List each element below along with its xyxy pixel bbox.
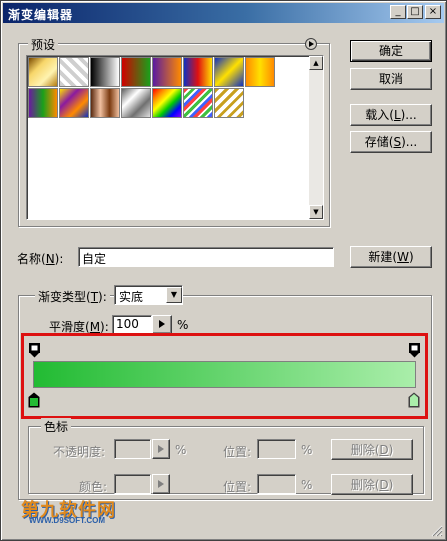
color-stop-right[interactable] xyxy=(408,392,420,411)
smoothness-label-key: M xyxy=(89,320,101,334)
gradient-type-select[interactable]: 实底 ▼ xyxy=(114,285,183,305)
position-label-1: 位置: xyxy=(223,445,252,459)
new-label-key: W xyxy=(397,250,409,264)
preset-swatch-spectrum[interactable] xyxy=(152,88,182,118)
position-unit-2: % xyxy=(301,478,313,492)
opacity-stop-left[interactable] xyxy=(29,343,40,361)
name-label: 名称(N): xyxy=(17,250,63,267)
new-label-post: ) xyxy=(408,250,414,264)
preset-swatch-orange-yellow-orange[interactable] xyxy=(245,57,275,87)
ok-button[interactable]: 确定 xyxy=(350,40,432,62)
smoothness-label-post: ): xyxy=(100,320,109,334)
color-picker-arrow-icon[interactable] xyxy=(152,474,170,494)
delete2-label-key: D xyxy=(379,478,389,492)
smoothness-label-pre: 平滑度( xyxy=(49,320,90,334)
name-label-key: N xyxy=(45,252,55,266)
position-input-2[interactable] xyxy=(257,474,296,494)
save-button[interactable]: 存储(S)... xyxy=(350,131,432,153)
gradient-bar[interactable] xyxy=(33,361,416,388)
color-swatch-field[interactable] xyxy=(114,474,151,494)
gradient-type-label-pre: 渐变类型( xyxy=(38,290,91,304)
delete-button-1[interactable]: 删除(D) xyxy=(331,439,413,460)
save-label-key: S xyxy=(393,135,402,149)
new-button[interactable]: 新建(W) xyxy=(350,246,432,268)
presets-list[interactable]: ▲ ▼ xyxy=(26,55,324,220)
preset-swatch-red-green[interactable] xyxy=(121,57,151,87)
gradient-type-label-post: ): xyxy=(98,290,107,304)
gradient-type-label-key: T xyxy=(90,290,99,304)
scroll-down-button[interactable]: ▼ xyxy=(309,205,323,219)
opacity-unit: % xyxy=(175,443,187,457)
delete2-label-post: ) xyxy=(388,478,394,492)
smoothness-slider-arrow-icon[interactable] xyxy=(152,315,172,334)
gradient-type-label: 渐变类型(T): xyxy=(35,288,110,305)
preset-swatch-transparent-rainbow[interactable] xyxy=(183,88,213,118)
window-title: 渐变编辑器 xyxy=(8,8,74,22)
presets-scrollbar[interactable]: ▲ ▼ xyxy=(309,56,323,219)
delete1-label-pre: 删除( xyxy=(350,443,380,457)
new-label-pre: 新建( xyxy=(368,250,398,264)
name-input-value: 自定 xyxy=(82,252,107,266)
smoothness-input[interactable]: 100 xyxy=(112,315,152,334)
preset-swatch-violet-orange[interactable] xyxy=(152,57,182,87)
cancel-button[interactable]: 取消 xyxy=(350,68,432,90)
load-label-post: )... xyxy=(400,108,417,122)
delete1-label-post: ) xyxy=(388,443,394,457)
preset-swatch-yellow-violet-orange-blue[interactable] xyxy=(59,88,89,118)
preset-swatch-transparent-stripes[interactable] xyxy=(59,57,89,87)
delete2-label-pre: 删除( xyxy=(350,478,380,492)
position-label-2: 位置: xyxy=(223,480,252,494)
presets-menu-icon[interactable] xyxy=(305,38,317,50)
gradient-type-value: 实底 xyxy=(119,290,144,304)
color-stop-left[interactable] xyxy=(28,392,40,411)
stops-label: 色标 xyxy=(41,418,72,435)
position-input-1[interactable] xyxy=(257,439,296,459)
position-unit-1: % xyxy=(301,443,313,457)
watermark-url: WWW.D9SOFT.COM xyxy=(29,516,105,525)
maximize-button[interactable]: □ xyxy=(407,5,423,19)
preset-swatch-blue-red-yellow[interactable] xyxy=(183,57,213,87)
delete1-label-key: D xyxy=(379,443,389,457)
title-bar[interactable]: 渐变编辑器 _ □ × xyxy=(3,3,444,23)
save-label-pre: 存储( xyxy=(364,135,394,149)
close-button[interactable]: × xyxy=(425,5,441,19)
smoothness-value: 100 xyxy=(116,317,139,331)
preset-swatch-copper[interactable] xyxy=(90,88,120,118)
preset-swatch-copper-gold[interactable] xyxy=(28,57,58,87)
opacity-input[interactable] xyxy=(114,439,151,459)
chevron-down-icon[interactable]: ▼ xyxy=(166,287,182,303)
preset-swatch-black-white[interactable] xyxy=(90,57,120,87)
preset-swatch-chrome[interactable] xyxy=(121,88,151,118)
name-label-post: ): xyxy=(54,252,64,266)
name-input[interactable]: 自定 xyxy=(78,247,334,267)
opacity-label: 不透明度: xyxy=(53,445,106,459)
preset-swatch-violet-green-orange[interactable] xyxy=(28,88,58,118)
delete-button-2[interactable]: 删除(D) xyxy=(331,474,413,495)
preset-swatch-blue-yellow-blue[interactable] xyxy=(214,57,244,87)
scroll-up-button[interactable]: ▲ xyxy=(309,56,323,70)
load-label-key: L xyxy=(393,108,401,122)
preset-swatch-transparent-stripes-gold[interactable] xyxy=(214,88,244,118)
opacity-stop-right[interactable] xyxy=(409,343,420,361)
gradient-editor-window: 渐变编辑器 _ □ × 预设 ▲ ▼ 确定 取消 载入(L)... 存储(S).… xyxy=(0,0,447,541)
name-label-pre: 名称( xyxy=(17,252,46,266)
smoothness-unit: % xyxy=(177,318,189,332)
resize-grip-icon[interactable] xyxy=(431,525,443,537)
load-label-pre: 载入( xyxy=(365,108,394,122)
minimize-button[interactable]: _ xyxy=(390,5,406,19)
load-button[interactable]: 载入(L)... xyxy=(350,104,432,126)
save-label-post: )... xyxy=(401,135,418,149)
color-label: 颜色: xyxy=(79,480,108,494)
opacity-slider-arrow-icon[interactable] xyxy=(152,439,170,459)
presets-label: 预设 xyxy=(28,36,59,53)
